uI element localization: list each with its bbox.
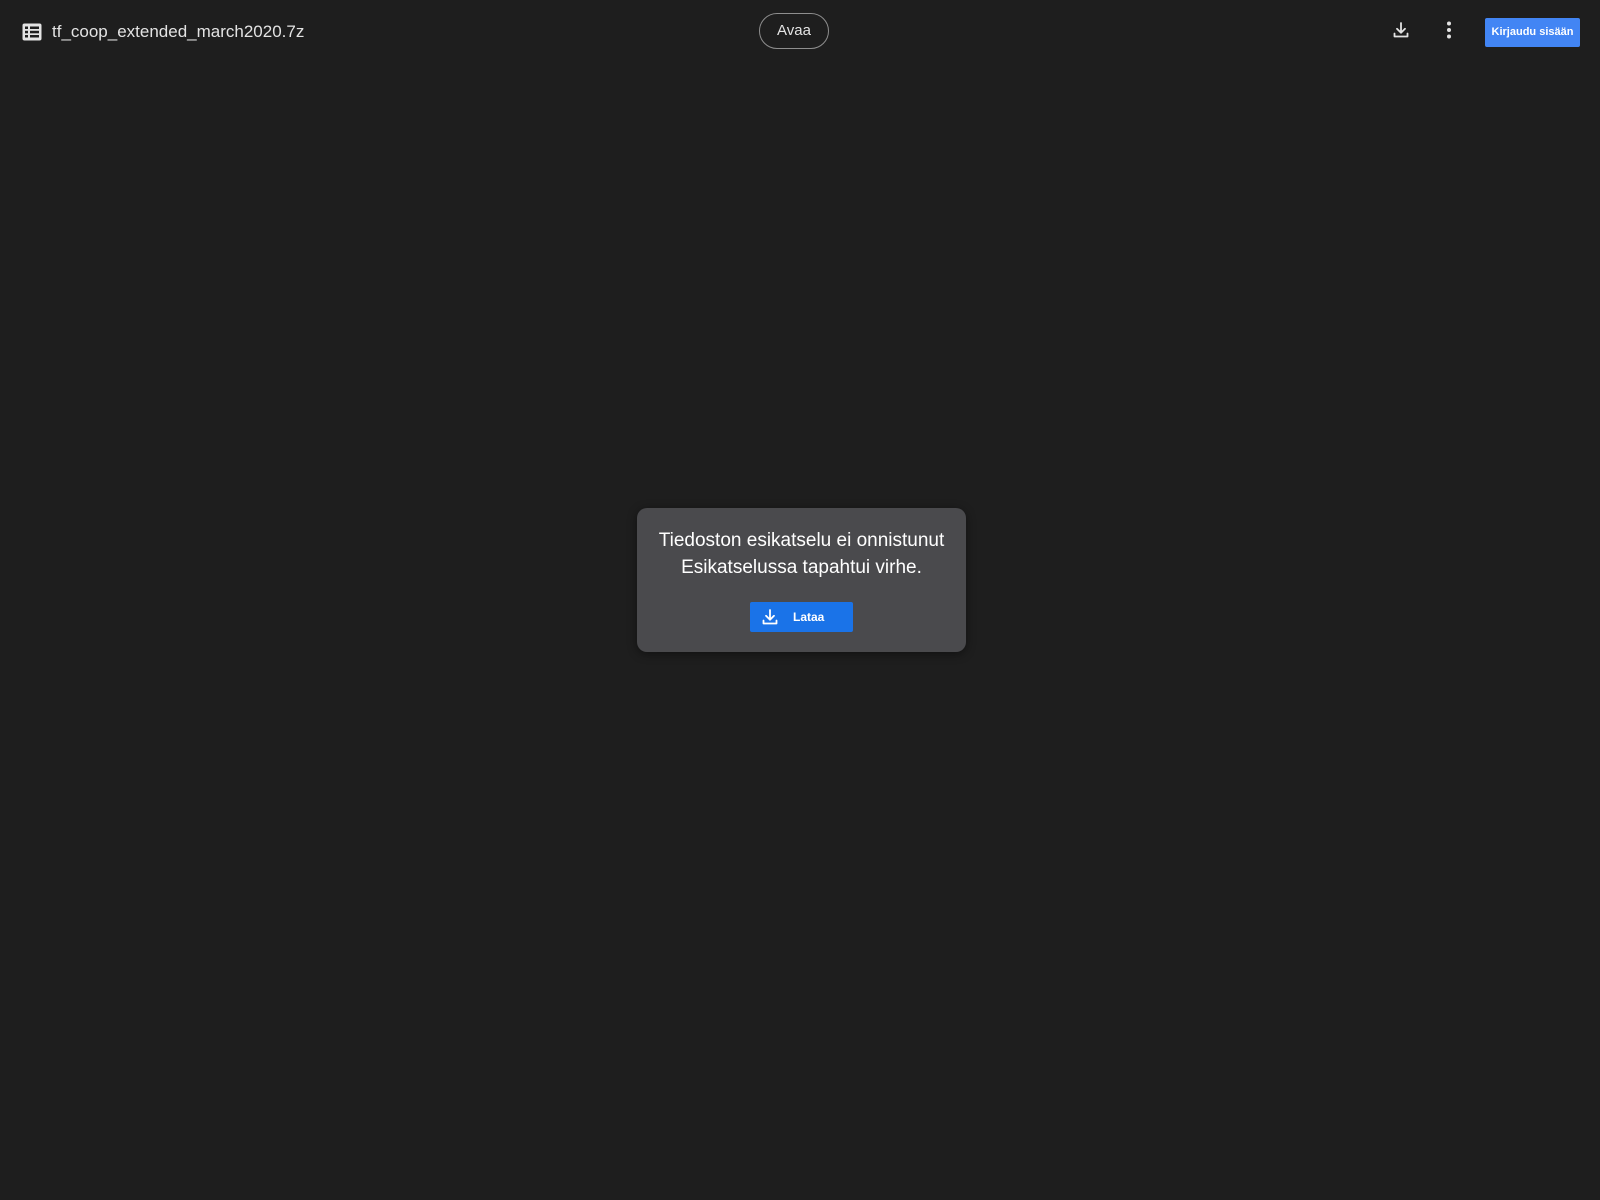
- preview-error-dialog: Tiedoston esikatselu ei onnistunut Esika…: [637, 508, 966, 652]
- more-options-button[interactable]: [1433, 16, 1465, 48]
- download-icon: [1392, 21, 1410, 44]
- error-message: Esikatselussa tapahtui virhe.: [681, 557, 922, 578]
- error-title: Tiedoston esikatselu ei onnistunut: [658, 530, 945, 551]
- download-button[interactable]: [1385, 16, 1417, 48]
- download-icon: [761, 608, 779, 626]
- more-vert-icon: [1446, 21, 1452, 44]
- top-bar: tf_coop_extended_march2020.7z Avaa Kirja…: [0, 0, 1600, 64]
- file-name: tf_coop_extended_march2020.7z: [52, 22, 305, 41]
- download-file-button[interactable]: Lataa: [750, 602, 853, 632]
- open-with-button[interactable]: Avaa: [759, 13, 829, 49]
- sign-in-button[interactable]: Kirjaudu sisään: [1485, 18, 1580, 47]
- file-type-icon: [22, 23, 42, 41]
- download-file-label: Lataa: [793, 610, 825, 624]
